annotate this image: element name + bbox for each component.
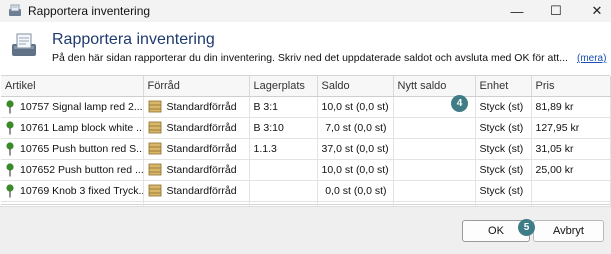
storage-shelf-icon (148, 100, 161, 113)
close-icon: ✕ (591, 3, 603, 18)
cell-enhet: Styck (st) (475, 180, 532, 202)
green-pin-icon (6, 183, 14, 197)
cell-forrad: Standardförråd (143, 138, 250, 160)
maximize-icon: ☐ (550, 3, 562, 18)
table-row[interactable]: 107652 Push button red ... Standardförrå… (1, 159, 611, 181)
article-name: 10769 Knob 3 fixed Tryck... (20, 184, 143, 197)
store-name: Standardförråd (166, 142, 237, 155)
cell-forrad: Standardförråd (143, 117, 250, 139)
cell-enhet: Styck (st) (475, 117, 532, 139)
storage-shelf-icon (148, 163, 161, 176)
cell-saldo: 10,0 st (0,0 st) (317, 96, 394, 118)
storage-shelf-icon (148, 142, 161, 155)
column-header-enhet[interactable]: Enhet (475, 76, 532, 97)
article-name: 107652 Push button red ... (20, 163, 143, 176)
cell-saldo: 7,0 st (0,0 st) (317, 117, 394, 139)
column-header-artikel[interactable]: Artikel (1, 76, 144, 97)
title-bar: Rapportera inventering — ☐ ✕ (0, 0, 611, 22)
green-pin-icon (6, 120, 14, 134)
cell-lagerplats: B 3:1 (249, 96, 318, 118)
cell-saldo: 10,0 st (0,0 st) (317, 159, 394, 181)
column-header-lagerplats[interactable]: Lagerplats (249, 76, 318, 97)
cell-enhet: Styck (st) (475, 96, 532, 118)
window-title: Rapportera inventering (28, 4, 151, 18)
cell-pris (531, 180, 611, 202)
cell-nytt-saldo-input[interactable] (393, 159, 476, 181)
green-pin-icon (6, 162, 14, 176)
cancel-button[interactable]: Avbryt (533, 220, 604, 242)
cell-artikel: 10757 Signal lamp red 2... (1, 96, 144, 118)
cell-artikel: 10765 Push button red S... (1, 138, 144, 160)
table-row[interactable]: 10765 Push button red S... Standardförrå… (1, 138, 611, 160)
cell-forrad: Standardförråd (143, 180, 250, 202)
column-header-pris[interactable]: Pris (531, 76, 611, 97)
green-pin-icon (6, 99, 14, 113)
cell-artikel: 10769 Knob 3 fixed Tryck... (1, 180, 144, 202)
more-info-link[interactable]: (mera) (577, 53, 606, 64)
store-name: Standardförråd (166, 163, 237, 176)
page-header: Rapportera inventering På den här sidan … (0, 22, 611, 71)
table-header-row: Artikel Förråd Lagerplats Saldo Nytt sal… (1, 76, 611, 97)
table-row[interactable]: 10757 Signal lamp red 2... Standardförrå… (1, 96, 611, 118)
cell-pris: 81,89 kr (531, 96, 611, 118)
close-button[interactable]: ✕ (575, 0, 611, 22)
column-header-saldo[interactable]: Saldo (317, 76, 394, 97)
storage-shelf-icon (148, 184, 161, 197)
cell-lagerplats (249, 180, 318, 202)
cell-enhet: Styck (st) (475, 138, 532, 160)
cell-nytt-saldo-input[interactable] (393, 138, 476, 160)
cell-lagerplats: 1.1.3 (249, 138, 318, 160)
cell-pris: 31,05 kr (531, 138, 611, 160)
step-badge-nytt-saldo: 4 (451, 95, 468, 112)
report-inventory-icon (9, 4, 21, 16)
minimize-button[interactable]: — (495, 0, 539, 22)
cell-forrad: Standardförråd (143, 96, 250, 118)
article-name: 10761 Lamp block white ... (20, 121, 143, 134)
cell-lagerplats: B 3:10 (249, 117, 318, 139)
cell-nytt-saldo-input[interactable] (393, 117, 476, 139)
table-row[interactable]: 10761 Lamp block white ... Standardförrå… (1, 117, 611, 139)
storage-shelf-icon (148, 121, 161, 134)
article-name: 10757 Signal lamp red 2... (20, 100, 143, 113)
column-header-forrad[interactable]: Förråd (143, 76, 250, 97)
report-inventory-icon (12, 33, 36, 56)
step-badge-ok: 5 (518, 219, 535, 236)
cell-artikel: 107652 Push button red ... (1, 159, 144, 181)
store-name: Standardförråd (166, 121, 237, 134)
cell-lagerplats (249, 159, 318, 181)
cell-saldo: 0,0 st (0,0 st) (317, 180, 394, 202)
cell-pris: 127,95 kr (531, 117, 611, 139)
store-name: Standardförråd (166, 100, 237, 113)
cell-artikel: 10761 Lamp block white ... (1, 117, 144, 139)
article-name: 10765 Push button red S... (20, 142, 143, 155)
table-row[interactable]: 10769 Knob 3 fixed Tryck... Standardförr… (1, 180, 611, 202)
cell-saldo: 37,0 st (0,0 st) (317, 138, 394, 160)
cell-nytt-saldo-input[interactable] (393, 180, 476, 202)
store-name: Standardförråd (166, 184, 237, 197)
green-pin-icon (6, 141, 14, 155)
cell-pris: 25,00 kr (531, 159, 611, 181)
maximize-button[interactable]: ☐ (534, 0, 578, 22)
cell-forrad: Standardförråd (143, 159, 250, 181)
page-description: På den här sidan rapporterar du din inve… (52, 52, 568, 64)
column-header-nytt-saldo[interactable]: Nytt saldo (393, 76, 476, 97)
minimize-icon: — (510, 3, 524, 19)
cell-enhet: Styck (st) (475, 159, 532, 181)
inventory-table: Artikel Förråd Lagerplats Saldo Nytt sal… (1, 75, 611, 217)
page-title: Rapportera inventering (52, 31, 215, 48)
